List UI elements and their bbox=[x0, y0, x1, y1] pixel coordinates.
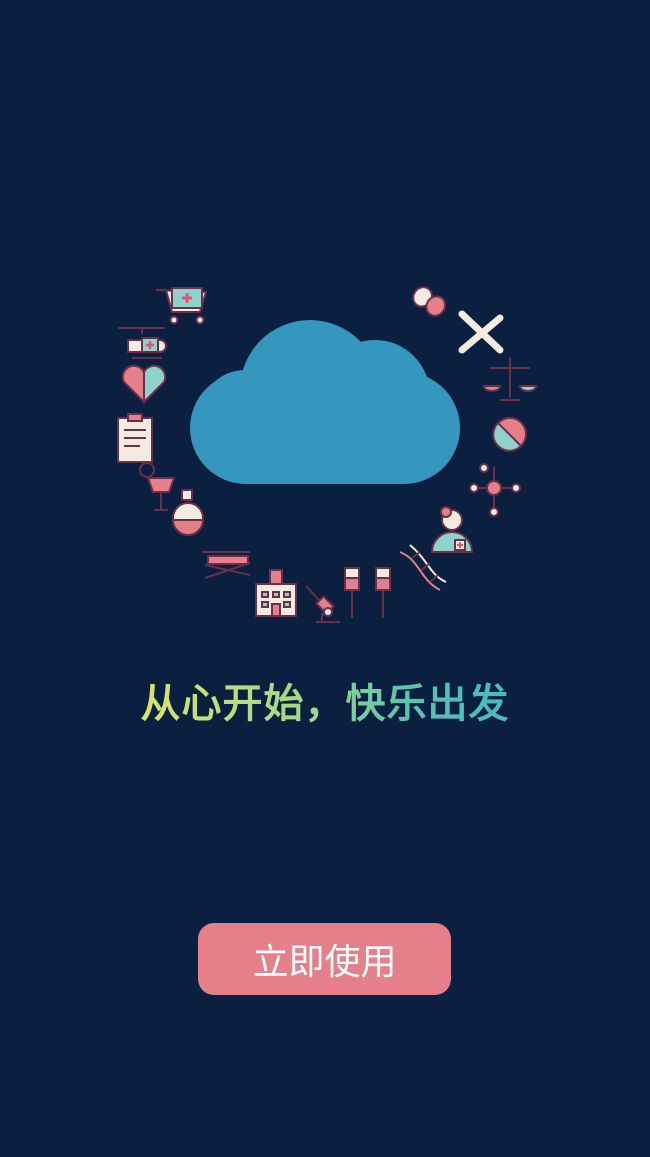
slogan-text: 从心开始，快乐出发 bbox=[140, 681, 510, 727]
slogan: 从心开始，快乐出发 bbox=[0, 676, 650, 732]
tablet-icon bbox=[492, 417, 527, 452]
flask-icon bbox=[171, 489, 205, 536]
start-using-button[interactable]: 立即使用 bbox=[198, 923, 451, 995]
hospital-building-icon bbox=[255, 569, 297, 617]
medical-cloud-illustration bbox=[117, 286, 538, 623]
doctor-icon bbox=[430, 506, 474, 553]
stethoscope-icon bbox=[139, 462, 176, 511]
helicopter-icon bbox=[118, 327, 167, 359]
capsule-icon bbox=[412, 286, 447, 317]
scale-icon bbox=[482, 357, 538, 401]
chromosome-icon bbox=[458, 310, 504, 354]
molecule-icon bbox=[469, 463, 521, 517]
heart-icon bbox=[121, 364, 167, 405]
microscope-icon bbox=[305, 585, 340, 623]
shopping-cart-icon bbox=[155, 287, 208, 325]
iv-drip-icon bbox=[344, 567, 391, 618]
cloud-icon bbox=[190, 320, 460, 484]
clipboard-icon bbox=[117, 413, 153, 463]
start-using-label: 立即使用 bbox=[252, 942, 397, 983]
hospital-bed-icon bbox=[202, 551, 251, 579]
